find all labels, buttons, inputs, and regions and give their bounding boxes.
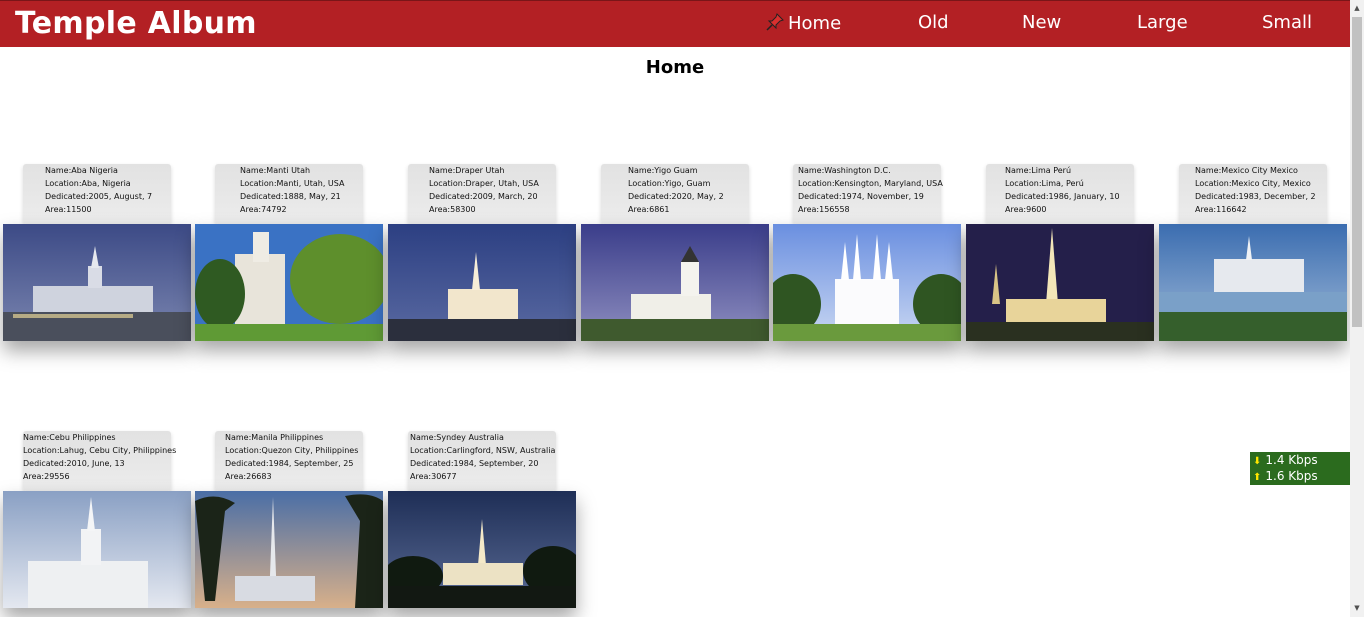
- temple-info: Name:Yigo Guam Location:Yigo, Guam Dedic…: [601, 164, 749, 224]
- temple-area: Area:11500: [45, 205, 92, 214]
- vertical-scrollbar[interactable]: ▲ ▼: [1350, 0, 1364, 617]
- arrow-down-icon: ⬇: [1253, 456, 1262, 467]
- temple-area: Area:29556: [23, 472, 70, 481]
- temple-location: Location:Quezon City, Philippines: [225, 446, 359, 455]
- temple-location: Location:Aba, Nigeria: [45, 179, 131, 188]
- temple-card: Name:Lima Perú Location:Lima, Perú Dedic…: [966, 164, 1154, 341]
- temple-location: Location:Yigo, Guam: [628, 179, 711, 188]
- download-speed-value: 1.4 Kbps: [1265, 453, 1318, 467]
- temple-dedicated: Dedicated:1984, September, 25: [225, 459, 354, 468]
- temple-card: Name:Syndey Australia Location:Carlingfo…: [388, 431, 576, 608]
- upload-speed-value: 1.6 Kbps: [1265, 469, 1318, 483]
- temple-dedicated: Dedicated:1984, September, 20: [410, 459, 539, 468]
- temple-card: Name:Yigo Guam Location:Yigo, Guam Dedic…: [581, 164, 769, 341]
- download-speed: ⬇ 1.4 Kbps: [1250, 452, 1351, 468]
- temple-area: Area:6861: [628, 205, 670, 214]
- temple-name: Name:Manti Utah: [240, 166, 311, 175]
- temple-card: Name:Manti Utah Location:Manti, Utah, US…: [195, 164, 383, 341]
- temple-photo[interactable]: [388, 224, 576, 341]
- temple-dedicated: Dedicated:1974, November, 19: [798, 192, 924, 201]
- pushpin-icon: [765, 12, 785, 37]
- page-title: Home: [645, 57, 705, 78]
- temple-location: Location:Kensington, Maryland, USA: [798, 179, 943, 188]
- nav-home-label: Home: [788, 13, 842, 34]
- temple-info: Name:Lima Perú Location:Lima, Perú Dedic…: [986, 164, 1134, 224]
- temple-card: Name:Cebu Philippines Location:Lahug, Ce…: [3, 431, 191, 608]
- temple-location: Location:Lima, Perú: [1005, 179, 1084, 188]
- temple-photo[interactable]: [388, 491, 576, 608]
- site-header: Temple Album Home Old New Large Small: [0, 0, 1350, 47]
- temple-name: Name:Manila Philippines: [225, 433, 324, 442]
- temple-card: Name:Draper Utah Location:Draper, Utah, …: [388, 164, 576, 341]
- temple-name: Name:Cebu Philippines: [23, 433, 116, 442]
- temple-card: Name:Mexico City Mexico Location:Mexico …: [1159, 164, 1347, 341]
- nav-old[interactable]: Old: [918, 12, 949, 33]
- site-title: Temple Album: [15, 6, 257, 41]
- upload-speed: ⬆ 1.6 Kbps: [1250, 468, 1351, 484]
- temple-location: Location:Draper, Utah, USA: [429, 179, 539, 188]
- temple-info: Name:Syndey Australia Location:Carlingfo…: [408, 431, 556, 491]
- temple-card: Name:Washington D.C. Location:Kensington…: [773, 164, 961, 341]
- nav-small[interactable]: Small: [1262, 12, 1312, 33]
- temple-photo[interactable]: [3, 491, 191, 608]
- network-speed-widget: ⬇ 1.4 Kbps ⬆ 1.6 Kbps: [1250, 452, 1351, 485]
- temple-dedicated: Dedicated:2009, March, 20: [429, 192, 538, 201]
- temple-name: Name:Aba Nigeria: [45, 166, 118, 175]
- temple-area: Area:156558: [798, 205, 850, 214]
- nav-home[interactable]: Home: [765, 12, 841, 37]
- nav-large[interactable]: Large: [1137, 12, 1188, 33]
- temple-dedicated: Dedicated:2020, May, 2: [628, 192, 724, 201]
- temple-dedicated: Dedicated:1888, May, 21: [240, 192, 341, 201]
- scroll-up-icon[interactable]: ▲: [1350, 0, 1364, 17]
- temple-info: Name:Washington D.C. Location:Kensington…: [793, 164, 943, 224]
- temple-name: Name:Washington D.C.: [798, 166, 891, 175]
- temple-area: Area:9600: [1005, 205, 1047, 214]
- temple-photo[interactable]: [195, 491, 383, 608]
- temple-photo[interactable]: [773, 224, 961, 341]
- temple-name: Name:Mexico City Mexico: [1195, 166, 1298, 175]
- temple-area: Area:58300: [429, 205, 476, 214]
- temple-info: Name:Mexico City Mexico Location:Mexico …: [1179, 164, 1327, 224]
- scroll-down-icon[interactable]: ▼: [1350, 600, 1364, 617]
- scrollbar-thumb[interactable]: [1352, 17, 1362, 327]
- temple-area: Area:30677: [410, 472, 457, 481]
- temple-card: Name:Aba Nigeria Location:Aba, Nigeria D…: [3, 164, 191, 341]
- temple-dedicated: Dedicated:1983, December, 2: [1195, 192, 1316, 201]
- temple-info: Name:Draper Utah Location:Draper, Utah, …: [408, 164, 556, 224]
- temple-location: Location:Lahug, Cebu City, Philippines: [23, 446, 177, 455]
- temple-photo[interactable]: [1159, 224, 1347, 341]
- temple-photo[interactable]: [966, 224, 1154, 341]
- temple-name: Name:Yigo Guam: [628, 166, 698, 175]
- temple-photo[interactable]: [3, 224, 191, 341]
- temple-location: Location:Manti, Utah, USA: [240, 179, 345, 188]
- temple-photo[interactable]: [581, 224, 769, 341]
- arrow-up-icon: ⬆: [1253, 472, 1262, 483]
- temple-dedicated: Dedicated:2005, August, 7: [45, 192, 153, 201]
- temple-info: Name:Manti Utah Location:Manti, Utah, US…: [215, 164, 363, 224]
- temple-location: Location:Carlingford, NSW, Australia: [410, 446, 556, 455]
- temple-name: Name:Syndey Australia: [410, 433, 504, 442]
- temple-info: Name:Aba Nigeria Location:Aba, Nigeria D…: [23, 164, 171, 224]
- temple-dedicated: Dedicated:1986, January, 10: [1005, 192, 1120, 201]
- temple-area: Area:116642: [1195, 205, 1247, 214]
- temple-area: Area:26683: [225, 472, 272, 481]
- temple-location: Location:Mexico City, Mexico: [1195, 179, 1311, 188]
- temple-dedicated: Dedicated:2010, June, 13: [23, 459, 125, 468]
- nav-new[interactable]: New: [1022, 12, 1061, 33]
- temple-area: Area:74792: [240, 205, 287, 214]
- temple-info: Name:Manila Philippines Location:Quezon …: [215, 431, 363, 491]
- temple-name: Name:Lima Perú: [1005, 166, 1072, 175]
- temple-card: Name:Manila Philippines Location:Quezon …: [195, 431, 383, 608]
- temple-photo[interactable]: [195, 224, 383, 341]
- temple-info: Name:Cebu Philippines Location:Lahug, Ce…: [23, 431, 176, 491]
- temple-name: Name:Draper Utah: [429, 166, 505, 175]
